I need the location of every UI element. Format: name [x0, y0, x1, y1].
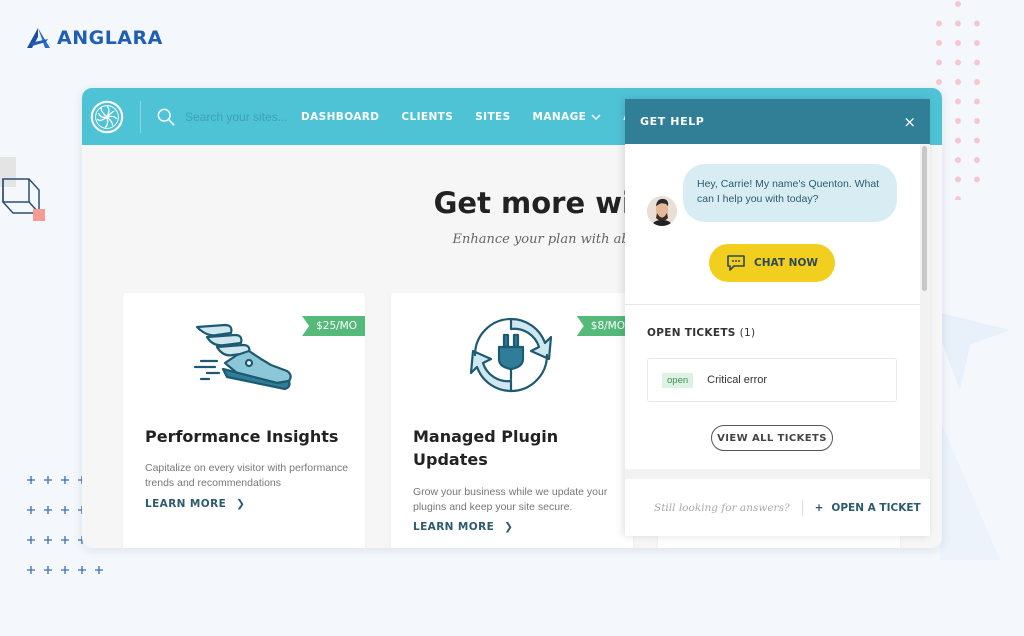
- cube-decoration-icon: [0, 157, 45, 221]
- footer-gap: [625, 469, 930, 479]
- plus-mark: [61, 506, 69, 514]
- help-panel-footer: Still looking for answers? + OPEN A TICK…: [625, 479, 930, 536]
- addon-card-performance-insights: $25/MO Performance Insights Capitalize o…: [123, 293, 365, 548]
- plus-icon: +: [814, 501, 824, 514]
- dot-mark: [955, 176, 961, 183]
- dot-mark: [955, 20, 961, 27]
- anglara-logo-icon: [27, 28, 50, 48]
- chevron-down-icon: [591, 113, 601, 120]
- learn-more-label: LEARN MORE: [145, 498, 227, 510]
- learn-more-link[interactable]: LEARN MORE ❯: [145, 498, 245, 510]
- get-help-panel: GET HELP × Hey, Carrie! My name's Quento…: [625, 99, 930, 536]
- section-divider: [625, 304, 920, 305]
- nav-label: SITES: [475, 110, 511, 123]
- price-tag: $25/MO: [302, 316, 365, 336]
- dot-mark: [936, 79, 942, 85]
- winged-shoe-icon: [193, 323, 292, 391]
- nav-dashboard[interactable]: DASHBOARD: [301, 111, 379, 123]
- dot-mark: [955, 196, 961, 200]
- site-search-input[interactable]: [185, 109, 295, 124]
- dot-mark: [974, 98, 980, 105]
- agent-avatar: [647, 196, 677, 226]
- learn-more-link[interactable]: LEARN MORE ❯: [413, 521, 513, 533]
- dot-mark: [974, 137, 980, 144]
- tickets-count: (1): [739, 327, 756, 339]
- open-tickets-heading: OPEN TICKETS (1): [647, 327, 755, 339]
- footer-separator: [801, 499, 803, 516]
- brand-logo: ANGLARA: [26, 27, 163, 49]
- help-panel-scrollbar[interactable]: [920, 144, 930, 469]
- dot-mark: [936, 40, 942, 46]
- dot-mark: [974, 176, 980, 183]
- plus-mark: [44, 566, 52, 574]
- plus-mark: [27, 506, 35, 514]
- dot-mark: [974, 79, 980, 85]
- card-title: Managed Plugin Updates: [413, 427, 559, 469]
- chat-bubble-icon: [727, 255, 745, 271]
- chat-message-bubble: Hey, Carrie! My name's Quenton. What can…: [683, 164, 897, 222]
- dot-mark: [955, 157, 961, 163]
- plus-mark: [27, 536, 35, 544]
- person-icon: [647, 196, 677, 226]
- status-badge: open: [662, 372, 694, 388]
- plus-mark: [27, 476, 35, 484]
- plus-mark: [27, 566, 35, 574]
- nav-sites[interactable]: SITES: [475, 111, 510, 123]
- close-icon[interactable]: ×: [903, 113, 916, 131]
- ticket-title: Critical error: [707, 374, 768, 386]
- brand-name: ANGLARA: [57, 27, 163, 49]
- search-icon[interactable]: [157, 108, 175, 126]
- nav-label: DASHBOARD: [301, 110, 380, 123]
- plus-mark: [44, 476, 52, 484]
- help-panel-body: Hey, Carrie! My name's Quenton. What can…: [625, 144, 920, 469]
- dot-mark: [955, 137, 961, 144]
- open-ticket-label: OPEN A TICKET: [831, 501, 921, 514]
- addon-card-managed-plugin-updates: $8/MO Managed Plugin Updates Grow your b…: [391, 293, 633, 548]
- dot-mark: [955, 1, 961, 7]
- view-all-tickets-button[interactable]: VIEW ALL TICKETS: [711, 425, 833, 451]
- dot-mark: [936, 59, 942, 66]
- dot-mark: [974, 59, 980, 66]
- topbar-divider: [140, 100, 141, 133]
- app-logo-icon[interactable]: [88, 98, 126, 136]
- plus-mark: [61, 536, 69, 544]
- card-description: Capitalize on every visitor with perform…: [145, 462, 349, 489]
- dot-mark: [955, 118, 961, 124]
- plus-mark: [78, 566, 86, 574]
- tickets-heading-label: OPEN TICKETS: [647, 327, 736, 339]
- help-panel-title: GET HELP: [640, 115, 705, 128]
- dot-mark: [955, 59, 961, 66]
- help-panel-header: GET HELP ×: [625, 99, 930, 144]
- nav-label: MANAGE: [532, 110, 587, 123]
- chat-now-button[interactable]: CHAT NOW: [709, 244, 835, 282]
- dot-mark: [974, 118, 980, 124]
- nav-manage[interactable]: MANAGE: [533, 111, 602, 123]
- plus-mark: [61, 566, 69, 574]
- card-title: Performance Insights: [145, 427, 339, 446]
- plus-mark: [44, 506, 52, 514]
- plug-refresh-icon: [469, 317, 553, 393]
- chevron-right-icon: ❯: [236, 498, 246, 510]
- dot-mark: [974, 20, 980, 27]
- chat-now-label: CHAT NOW: [754, 257, 818, 269]
- ticket-row[interactable]: open Critical error: [647, 358, 897, 402]
- card-description: Grow your business while we update your …: [413, 486, 608, 513]
- dot-mark: [955, 79, 961, 85]
- dot-mark: [955, 40, 961, 46]
- plus-mark: [61, 476, 69, 484]
- learn-more-label: LEARN MORE: [413, 521, 495, 533]
- nav-clients[interactable]: CLIENTS: [401, 111, 453, 123]
- dot-mark: [974, 40, 980, 46]
- chevron-right-icon: ❯: [504, 521, 514, 533]
- plus-mark: [44, 536, 52, 544]
- footer-prompt: Still looking for answers?: [654, 501, 790, 514]
- open-ticket-link[interactable]: + OPEN A TICKET: [815, 502, 921, 514]
- plus-mark: [95, 566, 103, 574]
- dot-mark: [936, 20, 942, 27]
- arrow-background-decoration: [930, 310, 1010, 560]
- dot-mark: [974, 157, 980, 163]
- nav-label: CLIENTS: [401, 110, 454, 123]
- scrollbar-thumb[interactable]: [922, 146, 927, 291]
- dot-mark: [955, 98, 961, 105]
